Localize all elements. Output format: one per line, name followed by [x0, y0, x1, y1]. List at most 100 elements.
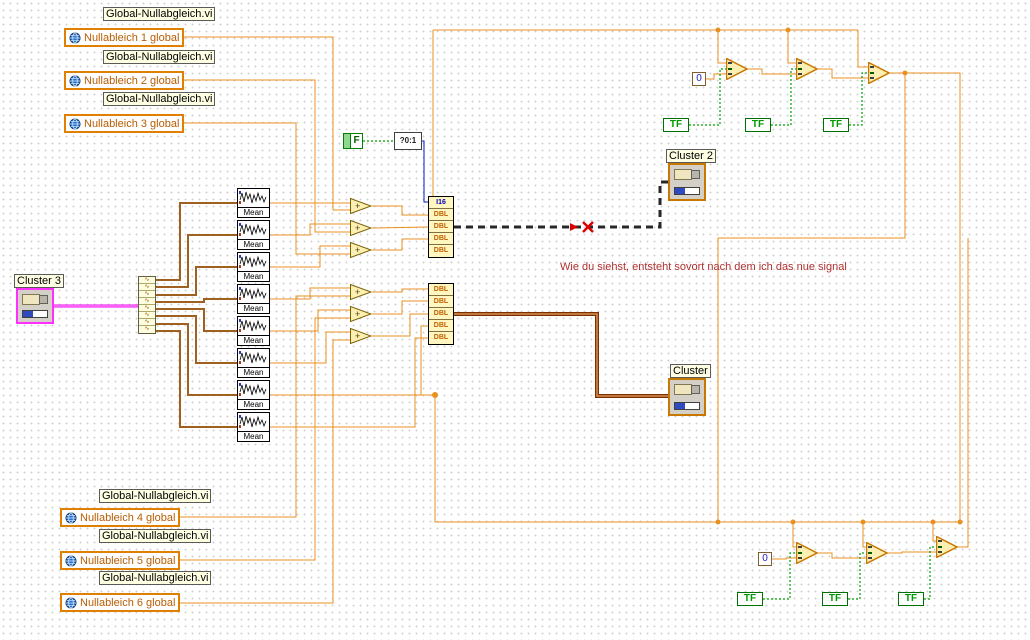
mean-vi-node[interactable]: Mean [237, 188, 270, 218]
numeric-wire[interactable] [717, 73, 906, 522]
mean-vi-node[interactable]: Mean [237, 348, 270, 378]
mean-vi-node[interactable]: Mean [237, 316, 270, 346]
mean-vi-node[interactable]: Mean [237, 284, 270, 314]
unbundle-cell: ∿ [139, 284, 155, 291]
cluster-mini-panel [674, 169, 692, 180]
numeric-wire[interactable] [372, 238, 428, 251]
cluster2-indicator[interactable] [668, 163, 706, 201]
waveform-wires[interactable] [156, 202, 237, 428]
free-label-comment: Wie du siehst, entsteht sovort nach dem … [560, 261, 847, 273]
select-function[interactable] [936, 536, 958, 558]
numeric-wire[interactable] [888, 551, 936, 554]
numeric-wire[interactable] [372, 205, 428, 216]
cluster-mini-slider [674, 187, 700, 195]
numeric-constant-zero[interactable]: 0 [758, 552, 772, 566]
add-function[interactable]: + [350, 220, 372, 236]
numeric-wire[interactable] [787, 30, 796, 64]
bundle-node[interactable]: I16 DBL DBL DBL DBL [428, 196, 454, 258]
cluster-mini-slider [674, 402, 700, 410]
bundle-row: DBL [429, 284, 453, 296]
global-variable-node[interactable]: Nullableich 2 global [64, 71, 185, 90]
boolean-wire[interactable] [848, 552, 866, 600]
numeric-constant-zero[interactable]: 0 [692, 72, 706, 86]
mean-label: Mean [238, 207, 269, 217]
broken-cluster-wire[interactable] [454, 180, 668, 229]
svg-text:+: + [355, 223, 360, 233]
global-variable-node[interactable]: Nullableich 1 global [64, 28, 185, 47]
numeric-wires[interactable] [172, 29, 969, 604]
cluster-wire[interactable] [454, 312, 668, 398]
tf-boolean-constant[interactable]: TF [898, 592, 924, 606]
mean-vi-node[interactable]: Mean [237, 412, 270, 442]
boolean-wire[interactable] [771, 68, 796, 126]
tf-boolean-constant[interactable]: TF [823, 118, 849, 132]
tf-boolean-constant[interactable]: TF [822, 592, 848, 606]
numeric-wire[interactable] [748, 68, 796, 75]
select-function[interactable] [796, 542, 818, 564]
select-function[interactable] [866, 542, 888, 564]
select-function[interactable] [796, 58, 818, 80]
svg-text:+: + [355, 287, 360, 297]
cluster-mini-slider [22, 310, 48, 318]
bundle-row: I16 [429, 197, 453, 209]
boolean-constant-strip [344, 134, 351, 148]
integer-wires[interactable] [422, 140, 428, 203]
numeric-wire[interactable] [717, 30, 726, 64]
integer-wire[interactable] [422, 140, 428, 203]
svg-text:+: + [355, 309, 360, 319]
numeric-wire[interactable] [818, 552, 866, 559]
tf-boolean-constant[interactable]: TF [663, 118, 689, 132]
cluster3-label: Cluster 3 [14, 274, 65, 288]
add-function[interactable]: + [350, 284, 372, 300]
add-function[interactable]: + [350, 242, 372, 258]
boolean-to-01-node[interactable]: ?0:1 [394, 132, 422, 150]
tf-boolean-constant[interactable]: TF [745, 118, 771, 132]
false-boolean-constant[interactable]: F [343, 133, 363, 149]
numeric-wire[interactable] [857, 30, 868, 68]
mean-vi-node[interactable]: Mean [237, 252, 270, 282]
numeric-wire[interactable] [706, 73, 726, 80]
mean-label: Mean [238, 367, 269, 377]
select-function[interactable] [726, 58, 748, 80]
add-function[interactable]: + [350, 198, 372, 214]
boolean-wire[interactable] [849, 72, 868, 126]
numeric-wire[interactable] [890, 72, 961, 522]
numeric-wire[interactable] [772, 557, 796, 560]
waveform-icon [239, 383, 267, 396]
mean-vi-node[interactable]: Mean [237, 380, 270, 410]
numeric-wire[interactable] [270, 287, 350, 300]
global-variable-node[interactable]: Nullableich 5 global [60, 551, 181, 570]
bundle-row: DBL [429, 209, 453, 221]
bundle-node[interactable]: DBL DBL DBL DBL DBL [428, 283, 454, 345]
numeric-wire[interactable] [270, 331, 350, 364]
globe-icon [65, 512, 77, 523]
numeric-wire[interactable] [372, 288, 428, 293]
cluster-wire-core [454, 313, 668, 397]
numeric-wire[interactable] [270, 309, 350, 332]
numeric-wire[interactable] [270, 337, 428, 428]
numeric-wire[interactable] [372, 300, 428, 315]
select-function[interactable] [868, 62, 890, 84]
numeric-wire[interactable] [372, 313, 428, 337]
mean-label: Mean [238, 431, 269, 441]
bundle-row: DBL [429, 233, 453, 245]
global-variable-node[interactable]: Nullableich 3 global [64, 114, 185, 133]
tf-boolean-constant[interactable]: TF [737, 592, 763, 606]
unbundle-node[interactable]: ∿ ∿ ∿ ∿ ∿ ∿ ∿ ∿ [138, 276, 156, 334]
waveform-wire[interactable] [156, 298, 237, 303]
mean-vi-node[interactable]: Mean [237, 220, 270, 250]
numeric-wire[interactable] [371, 226, 429, 229]
global-variable-node[interactable]: Nullableich 4 global [60, 508, 181, 527]
add-function[interactable]: + [350, 328, 372, 344]
boolean-wire[interactable] [924, 546, 936, 600]
bundle-row: DBL [429, 308, 453, 320]
unbundle-cell: ∿ [139, 305, 155, 312]
numeric-wire[interactable] [818, 68, 868, 79]
numeric-wire[interactable] [270, 245, 350, 268]
numeric-wire[interactable] [270, 223, 350, 236]
cluster-indicator[interactable] [668, 378, 706, 416]
cluster3-control[interactable] [16, 288, 54, 324]
waveform-icon [239, 255, 267, 268]
add-function[interactable]: + [350, 306, 372, 322]
global-variable-node[interactable]: Nullableich 6 global [60, 593, 181, 612]
